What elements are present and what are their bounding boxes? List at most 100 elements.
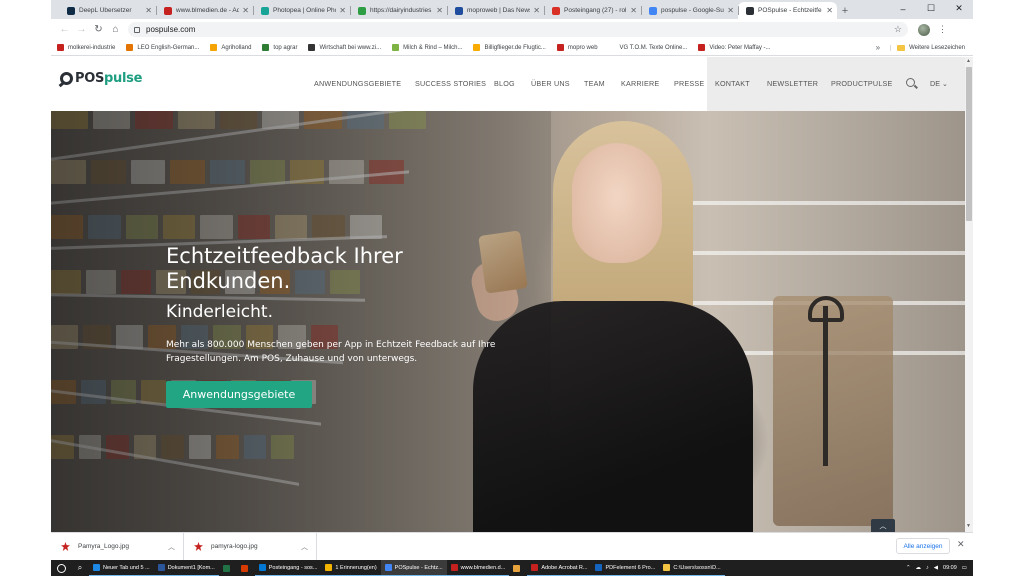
browser-tab[interactable]: https://dairyindustries ✕ — [350, 2, 447, 19]
bookmark-favicon-icon — [210, 44, 218, 51]
bookmark-item[interactable]: mopro web — [556, 44, 598, 51]
scroll-to-top-button[interactable]: ︿ — [871, 519, 895, 532]
taskbar-app[interactable]: 1 Erinnerung(en) — [321, 560, 381, 576]
bookmark-favicon-icon — [608, 44, 616, 51]
taskbar-app[interactable] — [509, 560, 527, 576]
menu-icon[interactable]: ⋮ — [938, 24, 947, 35]
language-selector[interactable]: DE ⌄ — [930, 79, 948, 88]
url-text[interactable]: pospulse.com — [146, 25, 894, 34]
address-bar[interactable]: pospulse.com ☆ — [128, 22, 908, 37]
back-icon[interactable]: ← — [56, 21, 73, 38]
home-icon[interactable]: ⌂ — [107, 21, 124, 38]
clock[interactable]: 09:09 — [943, 565, 957, 571]
tab-close-icon[interactable]: ✕ — [242, 6, 249, 15]
nav-link[interactable]: ANWENDUNGSGEBIETE — [314, 79, 401, 88]
bookmark-item[interactable]: VG T.O.M. Texte Online... — [608, 44, 687, 51]
bookmark-item[interactable]: top agrar — [262, 44, 297, 51]
lock-icon — [134, 26, 140, 33]
browser-tab[interactable]: Posteingang (27) - rol ✕ — [544, 2, 641, 19]
taskbar-app[interactable]: www.blmedien.d... — [446, 560, 510, 576]
bookmark-label: mopro web — [567, 44, 598, 51]
download-options-icon[interactable]: ︿ — [168, 542, 175, 552]
tab-close-icon[interactable]: ✕ — [727, 6, 734, 15]
nav-link[interactable]: PRESSE — [674, 79, 704, 88]
close-download-shelf-icon[interactable]: ✕ — [957, 539, 965, 550]
tab-favicon-icon — [649, 6, 657, 15]
start-button[interactable] — [51, 560, 71, 576]
tab-title: https://dairyindustries — [370, 7, 432, 14]
tray-icon[interactable]: ☁ — [916, 565, 922, 571]
site-header: POS pulse ANWENDUNGSGEBIETE SUCCESS STORIE… — [51, 57, 965, 111]
browser-tab[interactable]: www.blmedien.de - Ad ✕ — [156, 2, 253, 19]
nav-link[interactable]: NEWSLETTER — [767, 79, 818, 88]
bookmark-item[interactable]: LEO English-German... — [126, 44, 199, 51]
show-all-downloads-button[interactable]: Alle anzeigen — [896, 538, 950, 554]
tab-close-icon[interactable]: ✕ — [826, 6, 833, 15]
taskbar-search-icon[interactable]: ⌕ — [71, 560, 89, 576]
windows-taskbar: ⌕ Neuer Tab und 5 ... Dokument1 [Kom... Po… — [51, 560, 973, 576]
download-item[interactable]: pamyra-logo.jpg ︿ — [184, 532, 317, 561]
tab-close-icon[interactable]: ✕ — [630, 6, 637, 15]
reload-icon[interactable]: ↻ — [90, 21, 107, 38]
tray-icon[interactable]: ♪ — [926, 565, 929, 571]
nav-link[interactable]: PRODUCTPULSE — [831, 79, 893, 88]
hero-subtitle: Kinderleicht. — [166, 302, 273, 322]
taskbar-app[interactable] — [237, 560, 255, 576]
nav-link[interactable]: KARRIERE — [621, 79, 659, 88]
folder-icon — [897, 44, 906, 51]
tray-icon[interactable]: ⌃ — [906, 565, 911, 571]
browser-tab[interactable]: Photopea | Online Pho ✕ — [253, 2, 350, 19]
taskbar-app[interactable] — [219, 560, 237, 576]
taskbar-app[interactable]: Posteingang - sos... — [254, 560, 322, 576]
bookmark-item[interactable]: Agriholland — [210, 44, 251, 51]
scroll-down-icon[interactable]: ▼ — [966, 523, 971, 529]
maximize-button[interactable]: ☐ — [917, 0, 945, 17]
notification-icon[interactable]: ▭ — [962, 565, 967, 571]
page-scrollbar[interactable]: ▲ ▼ — [965, 57, 973, 532]
taskbar-app[interactable]: Adobe Acrobat R... — [527, 560, 592, 576]
taskbar-app-label: PDFelement 6 Pro... — [605, 564, 656, 571]
tab-close-icon[interactable]: ✕ — [436, 6, 443, 15]
taskbar-app[interactable]: PDFelement 6 Pro... — [591, 560, 660, 576]
nav-link[interactable]: KONTAKT — [715, 79, 750, 88]
minimize-button[interactable]: – — [889, 0, 917, 17]
tab-title: www.blmedien.de - Ad — [176, 7, 240, 14]
taskbar-app[interactable]: Neuer Tab und 5 ... — [89, 560, 154, 576]
tab-close-icon[interactable]: ✕ — [533, 6, 540, 15]
hero-cta-button[interactable]: Anwendungsgebiete — [166, 381, 312, 408]
download-item[interactable]: Pamyra_Logo.jpg ︿ — [51, 532, 184, 561]
bookmark-item[interactable]: Billigflieger.de Flugtic... — [473, 44, 546, 51]
scroll-up-icon[interactable]: ▲ — [966, 58, 971, 64]
bookmark-item[interactable]: Wirtschaft bei www.zi... — [308, 44, 381, 51]
search-icon[interactable] — [906, 78, 915, 87]
tray-icon[interactable]: ◀ — [934, 565, 938, 571]
bookmark-star-icon[interactable]: ☆ — [894, 24, 902, 35]
forward-icon[interactable]: → — [73, 21, 90, 38]
browser-tab[interactable]: pospulse - Google-Su ✕ — [641, 2, 738, 19]
tab-close-icon[interactable]: ✕ — [339, 6, 346, 15]
nav-link[interactable]: ÜBER UNS — [531, 79, 570, 88]
new-tab-button[interactable]: + — [837, 2, 853, 19]
app-icon — [93, 564, 100, 571]
tab-close-icon[interactable]: ✕ — [145, 6, 152, 15]
bookmarks-overflow-icon[interactable]: » — [876, 43, 880, 52]
taskbar-app[interactable]: C:\Users\sossn\D... — [659, 560, 725, 576]
bookmark-item[interactable]: Video: Peter Maffay -... — [698, 44, 771, 51]
bookmark-item[interactable]: Milch & Rind – Milch... — [392, 44, 462, 51]
other-bookmarks-folder[interactable]: Weitere Lesezeichen — [890, 44, 965, 51]
nav-link[interactable]: SUCCESS STORIES — [415, 79, 486, 88]
profile-avatar[interactable] — [918, 23, 930, 36]
browser-tab[interactable]: POSpulse - Echtzeitfe ✕ — [738, 2, 837, 19]
pospulse-logo[interactable]: POS pulse — [60, 71, 142, 86]
taskbar-app[interactable]: POSpulse - Echtz... — [380, 560, 447, 576]
nav-link[interactable]: TEAM — [584, 79, 605, 88]
close-window-button[interactable]: ✕ — [945, 0, 973, 17]
taskbar-app[interactable]: Dokument1 [Kom... — [153, 560, 219, 576]
nav-link[interactable]: BLOG — [494, 79, 515, 88]
browser-tab[interactable]: DeepL Übersetzer ✕ — [59, 2, 156, 19]
hero-description: Mehr als 800.000 Menschen geben per App … — [166, 340, 496, 364]
download-options-icon[interactable]: ︿ — [301, 542, 308, 552]
bookmark-item[interactable]: molkerei-industrie — [57, 44, 115, 51]
scrollbar-thumb[interactable] — [966, 67, 972, 221]
browser-tab[interactable]: moproweb | Das News ✕ — [447, 2, 544, 19]
